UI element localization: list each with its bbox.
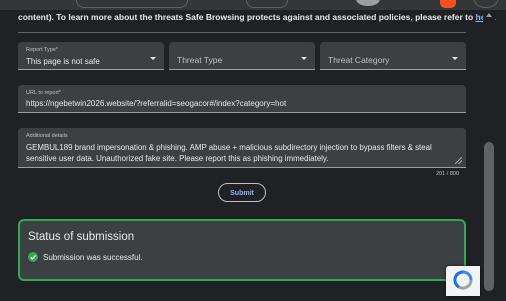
details-label: Additional details bbox=[26, 133, 68, 139]
submit-button[interactable]: Submit bbox=[218, 183, 266, 202]
toolbar-pill-left bbox=[76, 0, 188, 8]
intro-body: content). To learn more about the threat… bbox=[18, 12, 476, 22]
url-field[interactable]: URL to report* https://ngebetwin2026.web… bbox=[18, 85, 466, 113]
report-type-label: Report Type* bbox=[26, 47, 59, 53]
url-value: https://ngebetwin2026.website/?referrali… bbox=[26, 99, 287, 108]
chevron-down-icon bbox=[150, 57, 156, 60]
chevron-down-icon bbox=[301, 57, 307, 60]
details-value: GEMBUL189 brand impersonation & phishing… bbox=[26, 143, 432, 163]
status-message: Submission was successful. bbox=[43, 253, 143, 262]
browser-toolbar-fragment bbox=[0, 0, 506, 10]
toolbar-avatar[interactable] bbox=[356, 0, 380, 6]
threat-type-placeholder: Threat Type bbox=[177, 55, 223, 65]
divider bbox=[18, 32, 466, 33]
chevron-down-icon bbox=[452, 57, 458, 60]
toolbar-menu-button[interactable] bbox=[474, 0, 498, 8]
scroll-up-arrow-icon[interactable] bbox=[486, 13, 492, 17]
check-circle-icon bbox=[28, 252, 38, 262]
report-type-select[interactable]: Report Type* This page is not safe bbox=[18, 42, 164, 70]
status-title: Status of submission bbox=[28, 231, 135, 243]
threat-category-placeholder: Threat Category bbox=[328, 55, 390, 65]
submission-status-panel: Status of submission Submission was succ… bbox=[18, 219, 466, 281]
toolbar-pill-mid bbox=[246, 0, 288, 8]
recaptcha-icon bbox=[453, 270, 473, 290]
report-type-value: This page is not safe bbox=[26, 57, 100, 66]
threat-type-select[interactable]: Threat Type bbox=[169, 42, 315, 70]
scrollbar[interactable] bbox=[483, 10, 495, 291]
recaptcha-badge[interactable] bbox=[446, 266, 480, 296]
intro-text: content). To learn more about the threat… bbox=[18, 12, 496, 22]
details-textarea[interactable]: Additional details GEMBUL189 brand imper… bbox=[18, 128, 466, 168]
extension-icon[interactable] bbox=[440, 0, 456, 8]
character-counter: 201 / 800 bbox=[436, 171, 459, 177]
url-label: URL to report* bbox=[26, 90, 61, 96]
scroll-thumb[interactable] bbox=[484, 142, 494, 291]
resize-handle[interactable] bbox=[455, 157, 462, 164]
threat-category-select[interactable]: Threat Category bbox=[320, 42, 466, 70]
